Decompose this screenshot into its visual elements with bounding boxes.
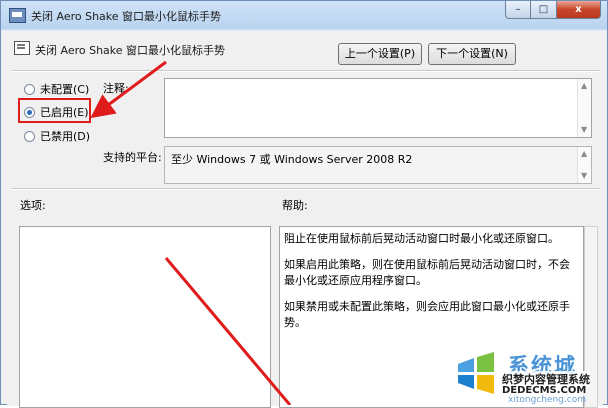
section-divider [12,188,600,190]
close-button[interactable]: x [557,1,601,19]
windows-logo-icon [458,352,494,394]
policy-setting-icon [14,41,30,55]
policy-app-icon [9,8,26,23]
help-label: 帮助: [282,199,308,212]
scroll-up-icon[interactable]: ▲ [581,150,587,158]
help-paragraph: 阻止在使用鼠标前后晃动活动窗口时最小化或还原窗口。 [284,232,559,245]
options-panel [19,226,271,408]
platform-scrollbar[interactable]: ▲ ▼ [577,147,591,183]
minimize-button[interactable]: – [505,1,531,19]
comment-textarea[interactable]: ▲ ▼ [164,78,592,138]
platform-field: 至少 Windows 7 或 Windows Server 2008 R2 ▲ … [164,146,592,184]
help-paragraph: 如果启用此策略，则在使用鼠标前后晃动活动窗口时，不会最小化或还原应用程序窗口。 [284,258,570,287]
maximize-button[interactable]: □ [531,1,557,19]
window-title: 关闭 Aero Shake 窗口最小化鼠标手势 [31,10,222,23]
radio-disabled-label: 已禁用(D) [40,130,91,143]
watermark-site: xitongcheng.com [508,395,586,405]
platform-value: 至少 Windows 7 或 Windows Server 2008 R2 [171,153,413,166]
previous-setting-button[interactable]: 上一个设置(P) [338,43,422,65]
header-divider [12,70,600,72]
title-bar[interactable]: 关闭 Aero Shake 窗口最小化鼠标手势 – □ x [1,1,607,29]
radio-disabled[interactable]: 已禁用(D) [24,128,90,144]
scroll-up-icon[interactable]: ▲ [581,82,587,90]
platform-label: 支持的平台: [103,151,162,164]
scroll-down-icon[interactable]: ▼ [581,172,587,180]
site-watermark: 系统城 织梦内容管理系统 DEDECMS.COM xitongcheng.com [452,350,608,405]
comment-label: 注释: [103,82,129,95]
annotation-highlight-box [18,98,91,123]
options-label: 选项: [20,199,46,212]
help-paragraph: 如果禁用或未配置此策略，则会应用此窗口最小化或还原手势。 [284,300,570,329]
next-setting-button[interactable]: 下一个设置(N) [428,43,516,65]
radio-disabled-circle[interactable] [24,130,35,142]
comment-scrollbar[interactable]: ▲ ▼ [577,79,591,137]
scroll-down-icon[interactable]: ▼ [581,126,587,134]
radio-not-configured-label: 未配置(C) [40,83,90,96]
setting-title: 关闭 Aero Shake 窗口最小化鼠标手势 [35,44,226,57]
window-controls: – □ x [505,1,601,21]
radio-not-configured-circle[interactable] [24,83,35,95]
radio-not-configured[interactable]: 未配置(C) [24,81,89,97]
